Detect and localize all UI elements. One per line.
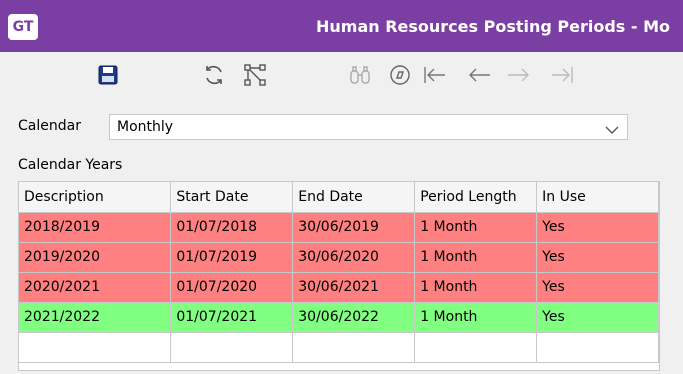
cell-description[interactable]: 2019/2020 xyxy=(19,242,172,273)
calendar-years-grid: Description Start Date End Date Period L… xyxy=(18,181,660,371)
cell-start-date[interactable]: 01/07/2018 xyxy=(170,212,294,243)
table-row[interactable]: 2019/2020 01/07/2019 30/06/2020 1 Month … xyxy=(19,242,659,273)
calendar-years-label: Calendar Years xyxy=(18,157,123,173)
calendar-years-table: Description Start Date End Date Period L… xyxy=(19,182,659,363)
toolbar xyxy=(0,52,683,100)
table-header-row: Description Start Date End Date Period L… xyxy=(19,182,659,213)
cell-period-length[interactable]: 1 Month xyxy=(414,212,538,243)
cell-description[interactable]: 2021/2022 xyxy=(19,302,172,333)
cell-period-length[interactable]: 1 Month xyxy=(414,272,538,303)
cell-end-date[interactable]: 30/06/2021 xyxy=(292,272,416,303)
table-row[interactable]: 2021/2022 01/07/2021 30/06/2022 1 Month … xyxy=(19,302,659,333)
calendar-select[interactable]: Monthly xyxy=(109,114,628,140)
cell-start-date[interactable]: 01/07/2019 xyxy=(170,242,294,273)
refresh-icon[interactable] xyxy=(201,62,227,88)
column-header-start-date[interactable]: Start Date xyxy=(170,182,294,213)
column-header-period-length[interactable]: Period Length xyxy=(414,182,538,213)
calendar-label: Calendar xyxy=(18,118,81,134)
title-bar: GT Human Resources Posting Periods - Mo xyxy=(0,0,683,52)
compass-icon[interactable] xyxy=(387,62,413,88)
binoculars-icon[interactable] xyxy=(347,62,373,88)
window-title: Human Resources Posting Periods - Mo xyxy=(316,17,671,36)
cell-start-date[interactable] xyxy=(170,332,294,363)
cell-in-use[interactable]: Yes xyxy=(536,272,659,303)
cell-in-use[interactable]: Yes xyxy=(536,302,659,333)
new-row[interactable] xyxy=(19,332,659,363)
column-header-end-date[interactable]: End Date xyxy=(292,182,416,213)
app-logo: GT xyxy=(8,14,38,40)
cell-in-use[interactable] xyxy=(536,332,659,363)
hierarchy-icon[interactable] xyxy=(242,62,268,88)
calendar-select-value: Monthly xyxy=(117,119,174,135)
cell-end-date[interactable]: 30/06/2022 xyxy=(292,302,416,333)
save-icon[interactable] xyxy=(95,62,121,88)
cell-in-use[interactable]: Yes xyxy=(536,212,659,243)
cell-description[interactable]: 2018/2019 xyxy=(19,212,172,243)
table-row[interactable]: 2018/2019 01/07/2018 30/06/2019 1 Month … xyxy=(19,212,659,243)
cell-description[interactable] xyxy=(19,332,172,363)
cell-end-date[interactable]: 30/06/2019 xyxy=(292,212,416,243)
last-record-icon[interactable] xyxy=(550,62,576,88)
previous-record-icon[interactable] xyxy=(466,62,492,88)
cell-start-date[interactable]: 01/07/2021 xyxy=(170,302,294,333)
cell-period-length[interactable] xyxy=(414,332,538,363)
column-header-in-use[interactable]: In Use xyxy=(536,182,659,213)
cell-in-use[interactable]: Yes xyxy=(536,242,659,273)
cell-description[interactable]: 2020/2021 xyxy=(19,272,172,303)
cell-end-date[interactable] xyxy=(292,332,416,363)
cell-end-date[interactable]: 30/06/2020 xyxy=(292,242,416,273)
next-record-icon[interactable] xyxy=(506,62,532,88)
column-header-description[interactable]: Description xyxy=(19,182,172,213)
first-record-icon[interactable] xyxy=(421,62,447,88)
chevron-down-icon[interactable] xyxy=(605,123,619,139)
cell-period-length[interactable]: 1 Month xyxy=(414,242,538,273)
cell-start-date[interactable]: 01/07/2020 xyxy=(170,272,294,303)
table-row[interactable]: 2020/2021 01/07/2020 30/06/2021 1 Month … xyxy=(19,272,659,303)
cell-period-length[interactable]: 1 Month xyxy=(414,302,538,333)
